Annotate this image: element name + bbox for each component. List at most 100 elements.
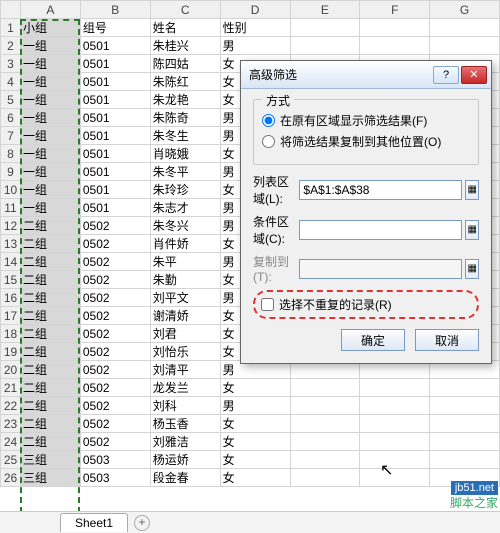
cell[interactable]: 朱志才 (150, 199, 220, 217)
row-header[interactable]: 12 (1, 217, 21, 235)
col-header-A[interactable]: A (20, 1, 80, 19)
col-header-B[interactable]: B (80, 1, 150, 19)
cell[interactable] (360, 433, 430, 451)
row-header[interactable]: 24 (1, 433, 21, 451)
cell[interactable]: 段金春 (150, 469, 220, 487)
row-header[interactable]: 1 (1, 19, 21, 37)
cell[interactable]: 二组 (20, 253, 80, 271)
cell[interactable] (290, 37, 360, 55)
add-sheet-button[interactable]: + (134, 515, 150, 531)
row-header[interactable]: 6 (1, 109, 21, 127)
cell[interactable]: 二组 (20, 433, 80, 451)
cell[interactable]: 朱勤 (150, 271, 220, 289)
dialog-titlebar[interactable]: 高级筛选 ? ✕ (241, 61, 491, 89)
cell[interactable]: 二组 (20, 271, 80, 289)
row-header[interactable]: 9 (1, 163, 21, 181)
criteria-range-input[interactable] (299, 220, 462, 240)
cell[interactable] (360, 397, 430, 415)
cell[interactable]: 朱桂兴 (150, 37, 220, 55)
row-header[interactable]: 20 (1, 361, 21, 379)
cell[interactable] (290, 379, 360, 397)
cell[interactable]: 二组 (20, 415, 80, 433)
cell[interactable] (290, 451, 360, 469)
cell[interactable] (430, 451, 500, 469)
table-row[interactable]: 26三组0503段金春女 (1, 469, 500, 487)
cell[interactable]: 0502 (80, 397, 150, 415)
row-header[interactable]: 8 (1, 145, 21, 163)
row-header[interactable]: 16 (1, 289, 21, 307)
table-row[interactable]: 25三组0503杨运娇女 (1, 451, 500, 469)
cell[interactable]: 二组 (20, 289, 80, 307)
table-row[interactable]: 21二组0502龙发兰女 (1, 379, 500, 397)
cell[interactable]: 0502 (80, 325, 150, 343)
cell[interactable] (290, 19, 360, 37)
cell[interactable]: 肖件娇 (150, 235, 220, 253)
cell[interactable] (290, 415, 360, 433)
row-header[interactable]: 18 (1, 325, 21, 343)
cell[interactable]: 一组 (20, 127, 80, 145)
copy-to-ref-icon[interactable]: ▦ (465, 259, 479, 279)
cell[interactable]: 小组 (20, 19, 80, 37)
close-button[interactable]: ✕ (461, 66, 487, 84)
cell[interactable] (360, 37, 430, 55)
table-row[interactable]: 1小组组号姓名性别 (1, 19, 500, 37)
cell[interactable]: 女 (220, 433, 290, 451)
cell[interactable] (360, 469, 430, 487)
row-header[interactable]: 26 (1, 469, 21, 487)
ok-button[interactable]: 确定 (341, 329, 405, 351)
cell[interactable]: 朱冬兴 (150, 217, 220, 235)
table-row[interactable]: 23二组0502杨玉香女 (1, 415, 500, 433)
cell[interactable]: 龙发兰 (150, 379, 220, 397)
cell[interactable]: 朱平 (150, 253, 220, 271)
cell[interactable]: 0502 (80, 289, 150, 307)
radio-copy-to-input[interactable] (262, 135, 275, 148)
cell[interactable]: 一组 (20, 163, 80, 181)
cell[interactable]: 0502 (80, 379, 150, 397)
cell[interactable]: 刘清平 (150, 361, 220, 379)
cell[interactable]: 女 (220, 415, 290, 433)
cell[interactable]: 朱陈奇 (150, 109, 220, 127)
cell[interactable] (430, 37, 500, 55)
cell[interactable]: 女 (220, 379, 290, 397)
cell[interactable]: 一组 (20, 199, 80, 217)
cell[interactable]: 二组 (20, 379, 80, 397)
col-header-C[interactable]: C (150, 1, 220, 19)
cell[interactable] (360, 415, 430, 433)
criteria-range-ref-icon[interactable]: ▦ (465, 220, 479, 240)
cancel-button[interactable]: 取消 (415, 329, 479, 351)
row-header[interactable]: 3 (1, 55, 21, 73)
cell[interactable] (430, 415, 500, 433)
cell[interactable]: 杨运娇 (150, 451, 220, 469)
cell[interactable] (430, 433, 500, 451)
cell[interactable]: 一组 (20, 37, 80, 55)
cell[interactable]: 二组 (20, 343, 80, 361)
cell[interactable]: 二组 (20, 307, 80, 325)
cell[interactable]: 0501 (80, 163, 150, 181)
row-header[interactable]: 7 (1, 127, 21, 145)
cell[interactable]: 0501 (80, 181, 150, 199)
cell[interactable]: 0502 (80, 271, 150, 289)
row-header[interactable]: 13 (1, 235, 21, 253)
cell[interactable]: 一组 (20, 145, 80, 163)
cell[interactable] (430, 397, 500, 415)
cell[interactable] (290, 469, 360, 487)
cell[interactable]: 一组 (20, 91, 80, 109)
cell[interactable]: 0502 (80, 307, 150, 325)
cell[interactable]: 三组 (20, 451, 80, 469)
cell[interactable]: 朱玲珍 (150, 181, 220, 199)
row-header[interactable]: 11 (1, 199, 21, 217)
cell[interactable] (290, 397, 360, 415)
row-header[interactable]: 21 (1, 379, 21, 397)
cell[interactable]: 刘平文 (150, 289, 220, 307)
col-header-E[interactable]: E (290, 1, 360, 19)
cell[interactable] (360, 451, 430, 469)
cell[interactable]: 0501 (80, 199, 150, 217)
cell[interactable]: 肖晓娥 (150, 145, 220, 163)
row-header[interactable]: 15 (1, 271, 21, 289)
cell[interactable]: 男 (220, 37, 290, 55)
row-header[interactable]: 4 (1, 73, 21, 91)
table-row[interactable]: 2一组0501朱桂兴男 (1, 37, 500, 55)
row-header[interactable]: 14 (1, 253, 21, 271)
cell[interactable]: 一组 (20, 73, 80, 91)
cell[interactable]: 0502 (80, 433, 150, 451)
